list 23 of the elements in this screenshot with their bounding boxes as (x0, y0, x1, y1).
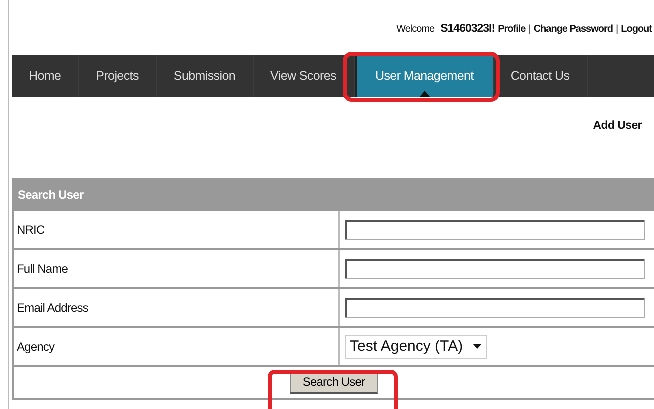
field-label: Agency (14, 328, 340, 365)
header-link[interactable]: Change Password (534, 24, 614, 34)
header-link[interactable]: Profile (498, 24, 526, 34)
add-user-link[interactable]: Add User (593, 120, 642, 132)
field-label: NRIC (14, 211, 340, 248)
form-header: Search User (14, 178, 654, 211)
input-field[interactable] (345, 220, 645, 240)
input-field[interactable] (345, 258, 645, 278)
welcome-text: Welcome (396, 24, 435, 34)
nav-tab[interactable]: Projects (79, 55, 157, 97)
nav-tab[interactable]: Submission (156, 55, 254, 97)
nav-tab[interactable]: Contact Us (494, 55, 588, 97)
agency-dropdown[interactable]: Test Agency (TA) (345, 334, 488, 358)
nav-tab[interactable]: Home (12, 55, 80, 97)
separator: | (528, 24, 531, 34)
input-field[interactable] (345, 298, 645, 318)
separator: | (616, 24, 618, 34)
username: S1460323I! (440, 23, 496, 35)
caret-icon (473, 344, 482, 349)
header-link[interactable]: Logout (621, 24, 652, 34)
nav-tab[interactable]: User Management (354, 55, 494, 97)
field-label: Email Address (14, 289, 340, 326)
field-label: Full Name (14, 250, 340, 287)
